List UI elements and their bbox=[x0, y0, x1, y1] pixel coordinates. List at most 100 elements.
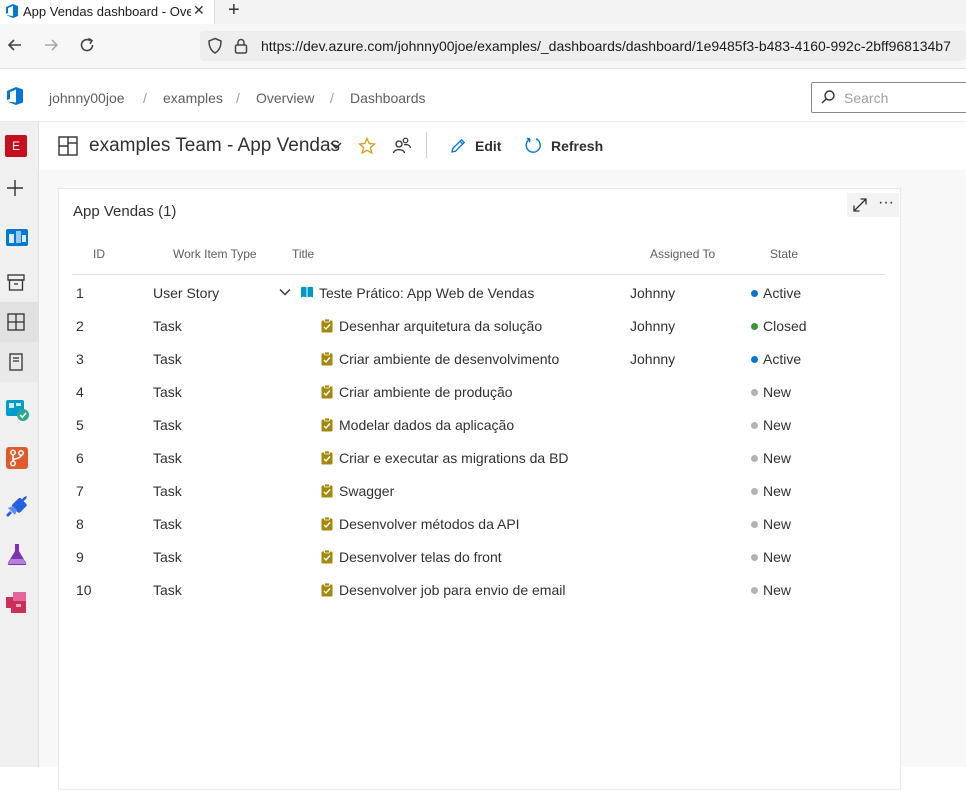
back-arrow-icon[interactable] bbox=[4, 34, 26, 56]
column-header-state[interactable]: State bbox=[770, 247, 798, 261]
breadcrumb-overview[interactable]: Overview bbox=[256, 90, 314, 106]
cell-state: New bbox=[763, 417, 792, 433]
reload-icon[interactable] bbox=[76, 34, 98, 56]
state-indicator-dot bbox=[751, 422, 758, 429]
rail-new-item[interactable] bbox=[0, 168, 38, 208]
task-clipboard-icon bbox=[321, 516, 333, 531]
dashboard-icon bbox=[58, 136, 78, 156]
forward-arrow-icon[interactable] bbox=[40, 34, 62, 56]
rail-boards[interactable] bbox=[0, 216, 38, 256]
breadcrumb-dashboards[interactable]: Dashboards bbox=[350, 90, 426, 106]
cell-work-item-type: Task bbox=[153, 549, 182, 565]
cell-title-link[interactable]: Desenvolver job para envio de email bbox=[339, 582, 565, 598]
table-row[interactable]: 2 Task Desenhar arquitetura da solução John… bbox=[72, 309, 885, 342]
state-indicator-dot bbox=[751, 323, 758, 330]
cell-title-link[interactable]: Desenhar arquitetura da solução bbox=[339, 318, 542, 334]
widget-more-button[interactable]: ··· bbox=[873, 193, 899, 217]
cell-id: 1 bbox=[76, 285, 84, 301]
rail-repos[interactable] bbox=[0, 436, 38, 476]
cell-id: 10 bbox=[76, 582, 92, 598]
task-clipboard-icon bbox=[321, 384, 333, 399]
azure-devops-logo-icon[interactable] bbox=[4, 85, 26, 107]
cell-title-link[interactable]: Modelar dados da aplicação bbox=[339, 417, 514, 433]
rail-wiki[interactable] bbox=[0, 342, 38, 382]
browser-tab[interactable]: App Vendas dashboard - Overvi ✕ bbox=[0, 0, 215, 24]
cell-title-link[interactable]: Desenvolver métodos da API bbox=[339, 516, 520, 532]
table-row[interactable]: 1 User Story Teste Prático: App Web de Ven… bbox=[72, 276, 885, 309]
cell-work-item-type: Task bbox=[153, 516, 182, 532]
breadcrumb-organization[interactable]: johnny00joe bbox=[49, 90, 125, 106]
test-plans-icon bbox=[7, 544, 27, 565]
column-header-assigned-to[interactable]: Assigned To bbox=[650, 247, 715, 261]
header-divider bbox=[72, 274, 885, 275]
edit-button[interactable]: Edit bbox=[475, 138, 501, 154]
widget-title[interactable]: App Vendas (1) bbox=[73, 203, 176, 220]
chevron-down-icon[interactable] bbox=[329, 141, 343, 151]
state-indicator-dot bbox=[751, 488, 758, 495]
cell-title-link[interactable]: Criar ambiente de desenvolvimento bbox=[339, 351, 559, 367]
state-indicator-dot bbox=[751, 521, 758, 528]
breadcrumb-project[interactable]: examples bbox=[163, 90, 223, 106]
table-row[interactable]: 9 Task Desenvolver telas do front New bbox=[72, 540, 885, 573]
rail-boards-work[interactable] bbox=[0, 388, 38, 428]
rail-test-plans[interactable] bbox=[0, 532, 38, 572]
url-text[interactable]: https://dev.azure.com/johnny00joe/exampl… bbox=[261, 38, 951, 54]
cell-title-link[interactable]: Desenvolver telas do front bbox=[339, 549, 502, 565]
new-tab-icon[interactable]: + bbox=[228, 0, 240, 22]
table-row[interactable]: 4 Task Criar ambiente de produção New bbox=[72, 375, 885, 408]
cell-title-link[interactable]: Criar e executar as migrations da BD bbox=[339, 450, 569, 466]
address-bar[interactable]: https://dev.azure.com/johnny00joe/exampl… bbox=[200, 31, 966, 61]
boards-check-icon bbox=[6, 400, 29, 421]
favorite-star-icon[interactable] bbox=[358, 137, 376, 155]
wiki-icon bbox=[9, 353, 23, 371]
table-row[interactable]: 8 Task Desenvolver métodos da API New bbox=[72, 507, 885, 540]
breadcrumb-separator: / bbox=[236, 90, 240, 106]
refresh-button[interactable]: Refresh bbox=[551, 138, 603, 154]
cell-assigned-to: Johnny bbox=[630, 285, 676, 301]
lock-icon[interactable] bbox=[233, 37, 249, 55]
cell-work-item-type: Task bbox=[153, 450, 182, 466]
project-avatar[interactable]: E bbox=[0, 125, 38, 165]
cell-state: New bbox=[763, 483, 792, 499]
summary-icon bbox=[7, 274, 25, 291]
cell-title-link[interactable]: Teste Prático: App Web de Vendas bbox=[319, 285, 534, 301]
cell-state: Active bbox=[763, 351, 802, 367]
table-row[interactable]: 7 Task Swagger New bbox=[72, 474, 885, 507]
rail-artifacts[interactable] bbox=[0, 580, 38, 620]
column-header-id[interactable]: ID bbox=[93, 247, 105, 261]
navigation-rail: E bbox=[0, 122, 39, 767]
state-indicator-dot bbox=[751, 290, 758, 297]
breadcrumb-separator: / bbox=[143, 90, 147, 106]
team-members-icon[interactable] bbox=[392, 136, 412, 154]
task-clipboard-icon bbox=[321, 549, 333, 564]
table-row[interactable]: 10 Task Desenvolver job para envio de emai… bbox=[72, 573, 885, 606]
cell-title-link[interactable]: Criar ambiente de produção bbox=[339, 384, 513, 400]
cell-id: 2 bbox=[76, 318, 84, 334]
column-header-title[interactable]: Title bbox=[292, 247, 314, 261]
cell-title-link[interactable]: Swagger bbox=[339, 483, 394, 499]
rail-overview-summary[interactable] bbox=[0, 262, 38, 302]
cell-work-item-type: Task bbox=[153, 483, 182, 499]
rail-pipelines[interactable] bbox=[0, 484, 38, 524]
column-header-work-item-type[interactable]: Work Item Type bbox=[173, 247, 257, 261]
collapse-chevron-icon[interactable] bbox=[278, 285, 292, 300]
browser-tab-strip: App Vendas dashboard - Overvi ✕ + bbox=[0, 0, 966, 24]
artifacts-icon bbox=[6, 592, 26, 613]
table-row[interactable]: 5 Task Modelar dados da aplicação New bbox=[72, 408, 885, 441]
cell-id: 7 bbox=[76, 483, 84, 499]
expand-widget-button[interactable] bbox=[847, 193, 873, 217]
refresh-icon[interactable] bbox=[524, 136, 543, 155]
dashboard-title[interactable]: examples Team - App Vendas bbox=[89, 135, 340, 157]
search-input[interactable]: Search bbox=[811, 82, 966, 113]
cell-id: 5 bbox=[76, 417, 84, 433]
edit-pencil-icon[interactable] bbox=[449, 137, 467, 155]
tab-close-icon[interactable]: ✕ bbox=[193, 2, 205, 19]
table-row[interactable]: 6 Task Criar e executar as migrations da B… bbox=[72, 441, 885, 474]
cell-work-item-type: Task bbox=[153, 582, 182, 598]
shield-icon[interactable] bbox=[206, 37, 224, 55]
search-icon bbox=[821, 90, 835, 104]
search-placeholder: Search bbox=[844, 90, 889, 106]
rail-dashboards[interactable] bbox=[0, 302, 38, 342]
cell-state: New bbox=[763, 582, 792, 598]
table-row[interactable]: 3 Task Criar ambiente de desenvolvimento Jo… bbox=[72, 342, 885, 375]
